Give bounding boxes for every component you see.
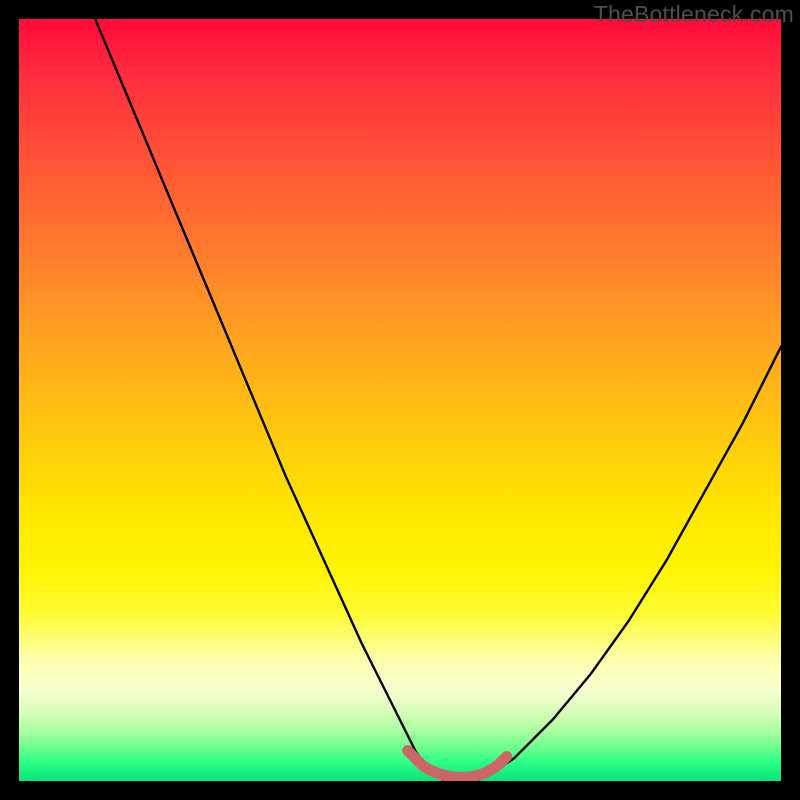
chart-plot-area [19, 19, 781, 781]
bottleneck-curve-path [95, 19, 781, 781]
highlight-flat-zone-path [408, 751, 507, 778]
chart-svg [19, 19, 781, 781]
watermark-text: TheBottleneck.com [594, 1, 794, 28]
outer-frame: TheBottleneck.com [0, 0, 800, 800]
